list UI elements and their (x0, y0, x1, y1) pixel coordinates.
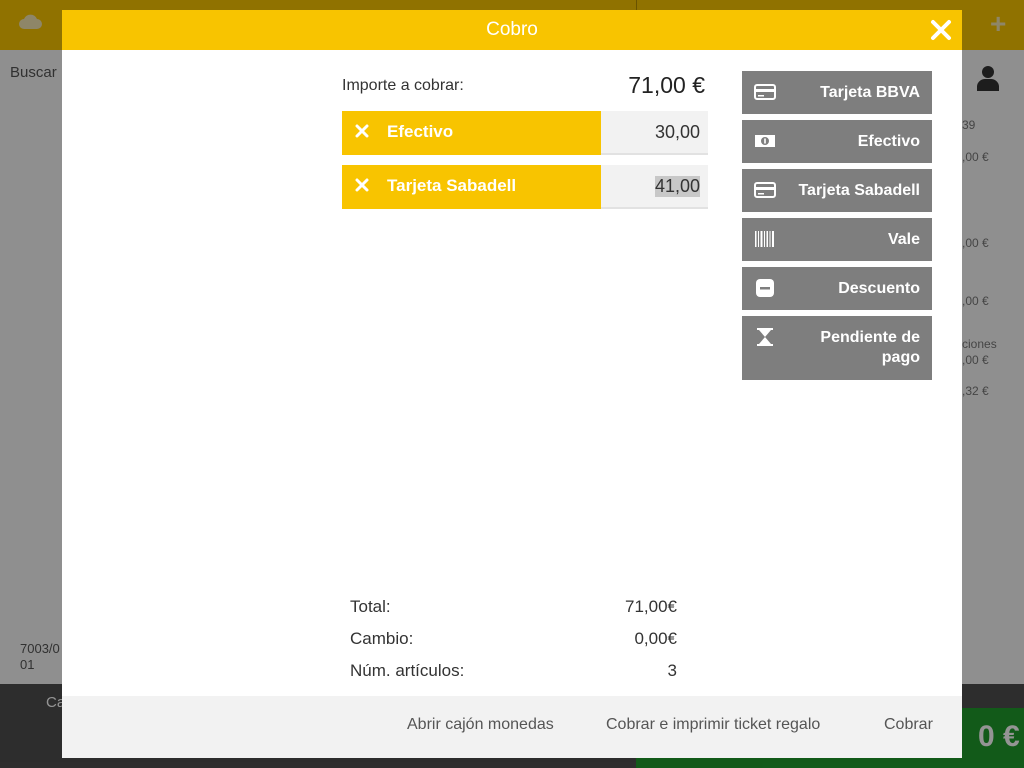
payment-amount-field[interactable]: 30,00 (601, 111, 708, 155)
method-button-tarjeta-sabadell[interactable]: Tarjeta Sabadell (742, 169, 932, 212)
method-button-label: Descuento (838, 280, 920, 297)
method-button-label: Vale (887, 231, 920, 248)
minus-icon (756, 279, 774, 297)
payment-line: Efectivo 30,00 (342, 111, 708, 155)
payment-method-label: Efectivo (387, 122, 454, 141)
remove-payment-button[interactable]: Tarjeta Sabadell (342, 165, 601, 209)
method-button-vale[interactable]: Vale (742, 218, 932, 261)
barcode-icon (755, 231, 774, 247)
change-label: Cambio: (350, 629, 414, 648)
banknote-icon (755, 135, 775, 147)
payment-modal: Cobro Importe a cobrar: 71,00 € Efectivo… (62, 10, 962, 758)
charge-button[interactable]: Cobrar (884, 716, 933, 734)
hourglass-icon (757, 328, 773, 346)
charge-and-print-gift-ticket-button[interactable]: Cobrar e imprimir ticket regalo (606, 716, 820, 734)
credit-card-icon (754, 182, 776, 198)
method-button-label: Tarjeta BBVA (820, 84, 920, 101)
method-button-descuento[interactable]: Descuento (742, 267, 932, 310)
credit-card-icon (754, 84, 776, 100)
method-button-label: Pendiente de pago (820, 329, 920, 366)
amount-due-value: 71,00 € (628, 72, 705, 98)
method-button-label: Efectivo (857, 133, 920, 150)
payment-method-label: Tarjeta Sabadell (387, 176, 517, 195)
method-button-label: Tarjeta Sabadell (798, 182, 920, 199)
method-button-efectivo[interactable]: Efectivo (742, 120, 932, 163)
remove-icon (355, 178, 369, 192)
remove-icon (355, 124, 369, 138)
item-count-label: Núm. artículos: (350, 661, 465, 680)
modal-footer: Abrir cajón monedas Cobrar e imprimir ti… (62, 696, 962, 758)
payment-line: Tarjeta Sabadell 41,00 (342, 165, 708, 209)
payment-amount-field[interactable]: 41,00 (601, 165, 708, 209)
amount-due-label: Importe a cobrar: (342, 77, 464, 94)
item-count-value: 3 (667, 661, 677, 680)
modal-header: Cobro (62, 10, 962, 50)
payment-amount-value: 41,00 (654, 176, 700, 197)
open-cash-drawer-button[interactable]: Abrir cajón monedas (407, 716, 554, 734)
remove-payment-button[interactable]: Efectivo (342, 111, 601, 155)
method-button-pendiente-de-pago[interactable]: Pendiente de pago (742, 316, 932, 380)
method-button-tarjeta-bbva[interactable]: Tarjeta BBVA (742, 71, 932, 114)
total-label: Total: (350, 597, 391, 616)
change-value: 0,00€ (634, 629, 677, 648)
total-value: 71,00€ (625, 597, 677, 616)
payment-amount-value: 30,00 (654, 122, 700, 142)
close-icon[interactable] (930, 19, 952, 41)
modal-title: Cobro (486, 19, 538, 40)
